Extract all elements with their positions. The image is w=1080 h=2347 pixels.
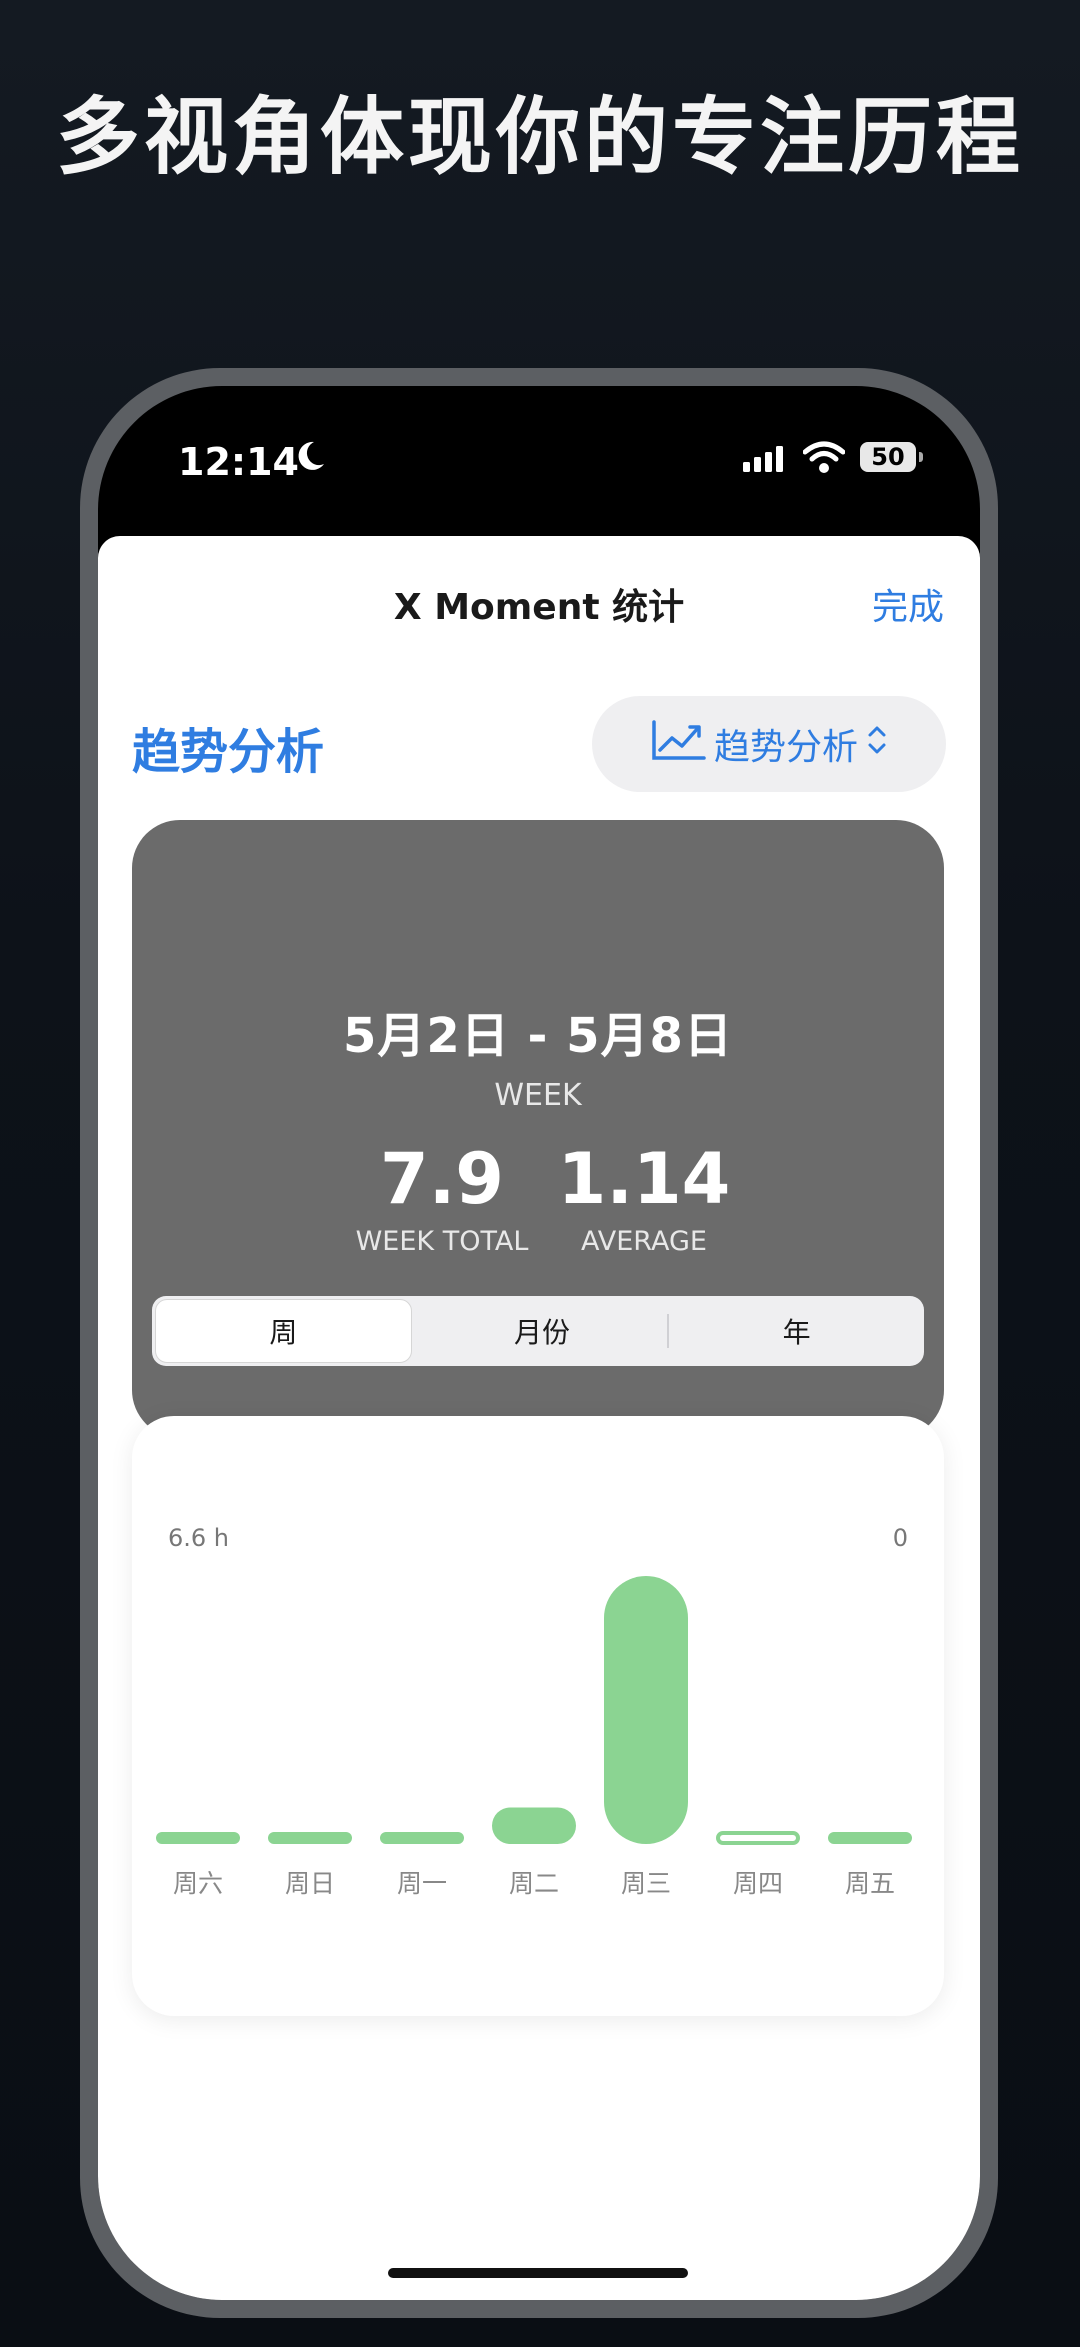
battery-indicator: 50 xyxy=(860,442,923,472)
home-indicator[interactable] xyxy=(388,2268,688,2278)
status-time: 12:14 xyxy=(178,440,299,484)
x-tick-label: 周三 xyxy=(621,1869,671,1898)
x-tick-label: 周日 xyxy=(285,1869,335,1898)
moon-icon xyxy=(294,438,326,479)
average-label: AVERAGE xyxy=(581,1226,707,1257)
done-button[interactable]: 完成 xyxy=(872,578,944,630)
bar-3[interactable] xyxy=(492,1807,576,1844)
average-value: 1.14 xyxy=(557,1138,731,1220)
bar-0[interactable] xyxy=(156,1832,240,1844)
segment-month[interactable]: 月份 xyxy=(415,1296,670,1366)
trend-chart-icon xyxy=(650,718,706,771)
average-stat: 1.14 AVERAGE xyxy=(544,1138,744,1257)
wifi-icon xyxy=(802,440,846,479)
x-tick-label: 周五 xyxy=(845,1869,895,1898)
bar-1[interactable] xyxy=(268,1832,352,1844)
period-label: WEEK xyxy=(494,1078,582,1113)
week-total-value: 7.9 xyxy=(379,1138,504,1220)
marketing-headline: 多视角体现你的专注历程 xyxy=(55,88,1024,186)
x-tick-label: 周四 xyxy=(733,1869,783,1898)
bar-5[interactable] xyxy=(716,1831,800,1845)
bar-6[interactable] xyxy=(828,1832,912,1844)
phone-screen: 12:14 50 X Moment 统计 完成 趋势分析 趋势分析 5月2日 -… xyxy=(98,386,980,2300)
cellular-signal-icon xyxy=(743,446,787,477)
segment-week[interactable]: 周 xyxy=(155,1299,412,1363)
y-max-label: 6.6 h xyxy=(168,1524,229,1552)
segment-month-label: 月份 xyxy=(514,1316,571,1349)
date-range: 5月2日 - 5月8日 xyxy=(343,1008,733,1064)
x-tick-label: 周六 xyxy=(173,1869,223,1898)
stats-sheet: X Moment 统计 完成 趋势分析 趋势分析 5月2日 - 5月8日 WEE… xyxy=(98,536,980,2300)
bar-2[interactable] xyxy=(380,1832,464,1844)
week-total-stat: 7.9 WEEK TOTAL xyxy=(342,1138,542,1257)
bar-4[interactable] xyxy=(604,1576,688,1844)
view-picker-button[interactable]: 趋势分析 xyxy=(592,696,946,792)
segment-year[interactable]: 年 xyxy=(669,1296,924,1366)
x-tick-label: 周一 xyxy=(397,1869,447,1898)
x-tick-label: 周二 xyxy=(509,1869,559,1898)
weekly-bar-chart-card: 6.6 h 0 周六 周日 周一 周二 周三 周四 周五 xyxy=(132,1416,944,2016)
section-title: 趋势分析 xyxy=(132,724,325,780)
phone-frame: 12:14 50 X Moment 统计 完成 趋势分析 趋势分析 5月2日 -… xyxy=(80,368,998,2318)
period-segmented-control: 周 月份 年 xyxy=(152,1296,924,1366)
nav-title: X Moment 统计 xyxy=(393,587,685,628)
y-right-label: 0 xyxy=(893,1524,908,1552)
status-bar: 12:14 50 xyxy=(98,386,980,536)
picker-label: 趋势分析 xyxy=(713,727,858,768)
chevron-up-down-icon xyxy=(866,722,888,767)
week-total-label: WEEK TOTAL xyxy=(355,1226,529,1257)
bar-chart: 6.6 h 0 周六 周日 周一 周二 周三 周四 周五 xyxy=(156,1524,912,1898)
